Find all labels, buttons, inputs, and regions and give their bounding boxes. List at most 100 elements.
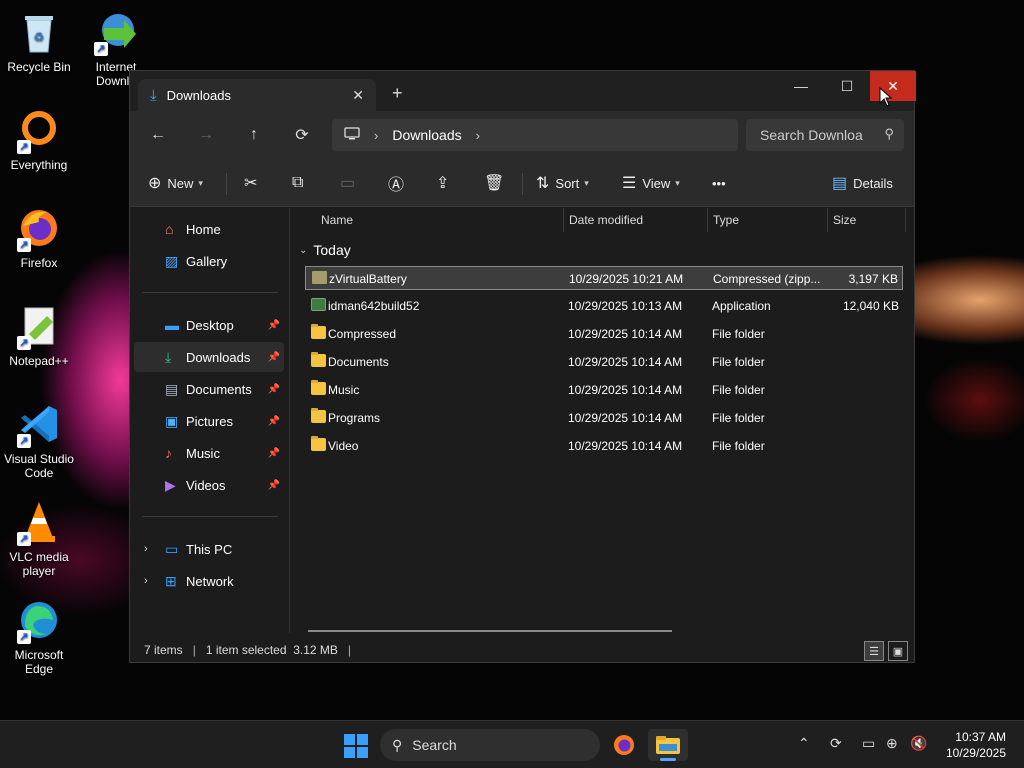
videos-icon: ▶ [165,476,176,493]
forward-button[interactable]: → [192,123,220,147]
desktop-icon-label: Notepad++ [9,354,69,368]
group-header-today[interactable]: ⌄ Today [299,242,351,258]
trash-icon: 🗑 [484,175,505,192]
sidebar-item-this-pc[interactable]: › ▭ This PC [134,534,284,564]
new-label: New [167,175,194,191]
notepad-plus-plus-icon: ↗ [15,302,63,350]
windows-logo-icon [344,734,355,745]
desktop-icon-vscode[interactable]: ↗ Visual Studio Code [0,400,78,480]
more-options-button[interactable]: ••• [712,171,726,195]
close-window-button[interactable]: ✕ [870,71,916,101]
view-label: View [642,175,671,191]
close-tab-icon[interactable]: ✕ [352,87,364,104]
shortcut-arrow-icon: ↗ [17,630,31,644]
taskbar-search[interactable]: ⚲ Search [380,729,600,761]
start-button[interactable] [344,734,368,758]
sidebar-item-documents[interactable]: ▤ Documents 📌 [134,374,284,404]
sidebar-item-home[interactable]: ⌂ Home [134,214,284,244]
copy-button[interactable]: ⧉ [292,171,309,195]
column-divider[interactable] [905,208,906,232]
sidebar-item-videos[interactable]: ▶ Videos 📌 [134,470,284,500]
rename-button[interactable]: Ⓐ [388,171,410,195]
svg-text:♻: ♻ [34,30,45,44]
delete-button[interactable]: 🗑 [484,171,510,195]
horizontal-scrollbar[interactable] [308,630,672,632]
sidebar-item-label: Network [186,573,234,589]
sidebar-item-downloads[interactable]: ⤓ Downloads 📌 [134,342,284,372]
view-button[interactable]: ☰ View ▾ [622,171,680,195]
file-explorer-window: ⤓ Downloads ✕ + — ☐ ✕ ← → ↑ ⟳ › Download… [129,70,916,663]
sort-button[interactable]: ⇅ Sort ▾ [536,171,589,195]
desktop-icon-everything[interactable]: ↗ Everything [0,106,78,172]
desktop-icon-firefox[interactable]: ↗ Firefox [0,204,78,270]
command-bar: ⊕ New ▾ ✂ ⧉ ▭ Ⓐ ⇪ 🗑 ⇅ Sort ▾ ☰ View ▾ ••… [130,159,914,207]
chevron-up-icon[interactable]: ⌃ [798,735,810,752]
file-size: 12,040 KB [842,299,899,313]
sidebar-item-label: Music [186,445,220,461]
sidebar-item-music[interactable]: ♪ Music 📌 [134,438,284,468]
breadcrumb-downloads[interactable]: Downloads [392,127,461,143]
table-row[interactable]: Music 10/29/2025 10:14 AM File folder [305,378,903,402]
network-status-icon[interactable]: ⊕ [886,735,898,752]
minimize-button[interactable]: — [778,71,824,101]
sync-icon[interactable]: ⟳ [830,735,842,752]
cut-button[interactable]: ✂ [244,171,263,195]
share-button[interactable]: ⇪ [436,171,455,195]
table-row[interactable]: idman642build52 10/29/2025 10:13 AM Appl… [305,294,903,318]
documents-icon: ▤ [165,380,179,397]
taskbar-file-explorer[interactable] [648,729,688,761]
refresh-button[interactable]: ⟳ [288,123,316,147]
search-placeholder: Search Downloa [760,127,863,143]
desktop-icon-recycle-bin[interactable]: ♻ Recycle Bin [0,8,78,74]
file-name: Programs [328,411,381,425]
paste-button[interactable]: ▭ [340,171,361,195]
display-icon[interactable]: ▭ [862,735,875,752]
search-icon: ⚲ [884,126,894,141]
sidebar-item-desktop[interactable]: ▬ Desktop 📌 [134,310,284,340]
file-name: Music [328,383,360,397]
new-button[interactable]: ⊕ New ▾ [148,171,203,195]
chevron-right-icon[interactable]: › [144,543,148,555]
column-header-date-modified[interactable]: Date modified [561,208,705,232]
windows-logo-icon [357,734,368,745]
tab-downloads[interactable]: ⤓ Downloads ✕ [138,79,376,111]
this-pc-icon: ▭ [165,540,179,557]
shortcut-arrow-icon: ↗ [17,140,31,154]
new-tab-button[interactable]: + [392,83,403,104]
chevron-right-icon[interactable]: › [144,575,148,587]
sidebar-item-pictures[interactable]: ▣ Pictures 📌 [134,406,284,436]
column-header-name[interactable]: Name [313,208,563,232]
desktop-icon-edge[interactable]: ↗ Microsoft Edge [0,596,78,676]
sidebar-item-label: Videos [186,477,226,493]
table-row[interactable]: zVirtualBattery 10/29/2025 10:21 AM Comp… [305,266,903,290]
volume-muted-icon[interactable]: 🔇 [910,735,927,752]
file-date: 10/29/2025 10:13 AM [568,299,683,313]
shortcut-arrow-icon: ↗ [17,336,31,350]
table-row[interactable]: Documents 10/29/2025 10:14 AM File folde… [305,350,903,374]
maximize-button[interactable]: ☐ [824,71,870,101]
address-bar[interactable]: › Downloads › [332,119,738,151]
back-button[interactable]: ← [144,123,172,147]
details-view-button[interactable]: ☰ [864,641,884,661]
up-button[interactable]: ↑ [240,123,268,147]
table-row[interactable]: Video 10/29/2025 10:14 AM File folder [305,434,903,458]
file-name: idman642build52 [328,299,420,313]
desktop-icon-vlc[interactable]: ↗ VLC media player [0,498,78,578]
column-header-size[interactable]: Size [825,208,905,232]
table-row[interactable]: Compressed 10/29/2025 10:14 AM File fold… [305,322,903,346]
details-pane-button[interactable]: ▤ Details [832,171,893,195]
shortcut-arrow-icon: ↗ [17,532,31,546]
sidebar-divider [142,292,278,293]
desktop-icon-notepad-plus-plus[interactable]: ↗ Notepad++ [0,302,78,368]
search-input[interactable]: Search Downloa ⚲ [746,119,904,151]
column-header-type[interactable]: Type [705,208,825,232]
system-clock[interactable]: 10:37 AM 10/29/2025 [946,729,1006,761]
table-row[interactable]: Programs 10/29/2025 10:14 AM File folder [305,406,903,430]
chevron-right-icon: › [475,127,480,143]
sidebar-item-gallery[interactable]: ▨ Gallery [134,246,284,276]
file-date: 10/29/2025 10:14 AM [568,439,683,453]
sidebar-item-network[interactable]: › ⊞ Network [134,566,284,596]
recycle-bin-icon: ♻ [15,8,63,56]
tiles-view-button[interactable]: ▣ [888,641,908,661]
taskbar-firefox[interactable] [604,729,644,761]
